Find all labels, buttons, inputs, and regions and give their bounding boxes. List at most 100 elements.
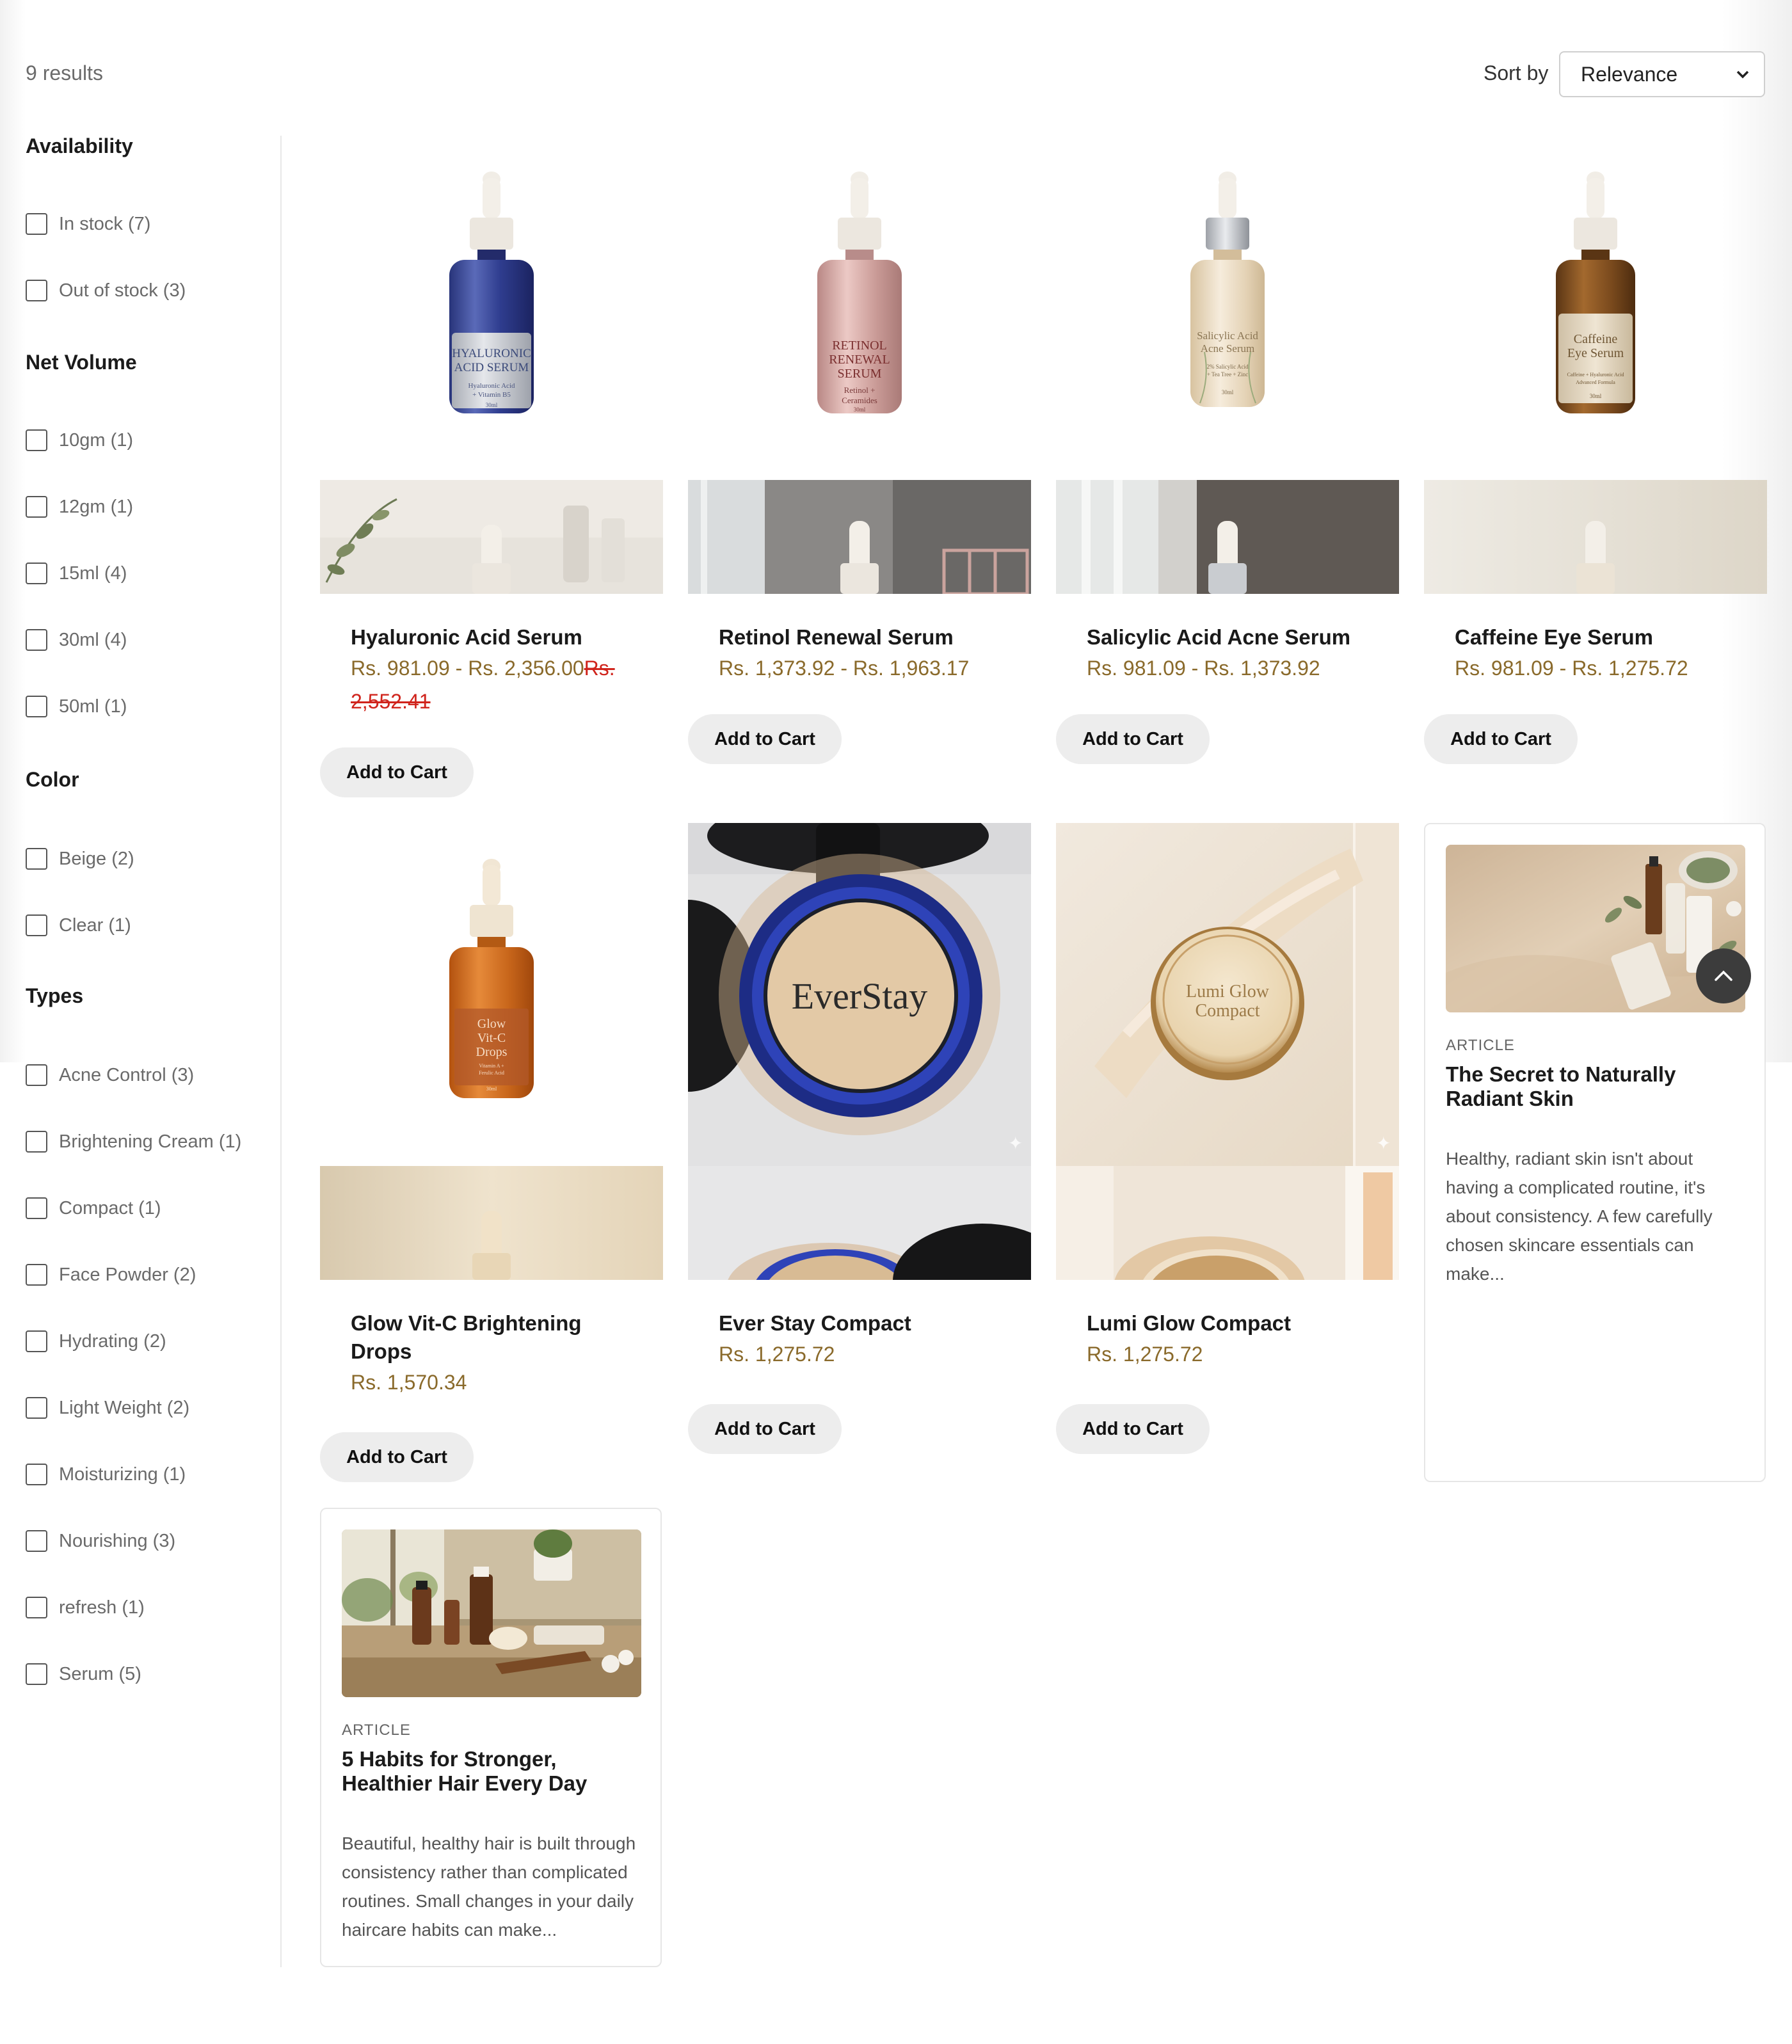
- checkbox[interactable]: [26, 696, 47, 717]
- filter-label: 50ml (1): [59, 696, 127, 717]
- product-title[interactable]: Salicylic Acid Acne Serum: [1087, 623, 1381, 651]
- filter-nourishing[interactable]: Nourishing (3): [26, 1528, 175, 1554]
- checkbox[interactable]: [26, 563, 47, 584]
- add-to-cart-button[interactable]: Add to Cart: [688, 714, 842, 764]
- checkbox[interactable]: [26, 1330, 47, 1352]
- product-price: Rs. 1,275.72: [719, 1343, 835, 1366]
- add-to-cart-button[interactable]: Add to Cart: [320, 1432, 474, 1482]
- product-price: Rs. 1,570.34: [351, 1371, 467, 1394]
- filter-brightening-cream[interactable]: Brightening Cream (1): [26, 1129, 241, 1154]
- filter-light-weight[interactable]: Light Weight (2): [26, 1395, 189, 1421]
- filter-label: Brightening Cream (1): [59, 1131, 242, 1152]
- filter-heading-types: Types: [26, 984, 84, 1007]
- bottle-label-text: RETINOL: [832, 339, 887, 353]
- filter-acne-control[interactable]: Acne Control (3): [26, 1062, 194, 1088]
- filter-beige[interactable]: Beige (2): [26, 846, 134, 872]
- filter-clear[interactable]: Clear (1): [26, 913, 131, 938]
- checkbox[interactable]: [26, 429, 47, 451]
- product-image[interactable]: RETINOL RENEWAL SERUM Retinol + Ceramide…: [688, 160, 1031, 480]
- filter-serum[interactable]: Serum (5): [26, 1661, 141, 1687]
- filter-out-of-stock[interactable]: Out of stock (3): [26, 278, 186, 303]
- checkbox[interactable]: [26, 280, 47, 301]
- product-title[interactable]: Caffeine Eye Serum: [1455, 623, 1749, 651]
- add-to-cart-button[interactable]: Add to Cart: [1424, 714, 1578, 764]
- checkbox[interactable]: [26, 1064, 47, 1086]
- checkbox[interactable]: [26, 1397, 47, 1419]
- product-image[interactable]: Salicylic Acid Acne Serum 2% Salicylic A…: [1056, 160, 1399, 480]
- filter-label: 30ml (4): [59, 629, 127, 650]
- filter-face-powder[interactable]: Face Powder (2): [26, 1262, 196, 1288]
- filter-moisturizing[interactable]: Moisturizing (1): [26, 1462, 186, 1487]
- product-lifestyle-image[interactable]: [1056, 1166, 1399, 1280]
- product-image[interactable]: HYALURONIC ACID SERUM Hyaluronic Acid + …: [320, 160, 663, 480]
- checkbox[interactable]: [26, 213, 47, 235]
- filter-hydrating[interactable]: Hydrating (2): [26, 1329, 166, 1354]
- checkbox[interactable]: [26, 1464, 47, 1485]
- product-title[interactable]: Retinol Renewal Serum: [719, 623, 1013, 651]
- product-price: Rs. 1,373.92 - Rs. 1,963.17: [719, 657, 970, 680]
- filter-label: Moisturizing (1): [59, 1464, 186, 1485]
- product-lifestyle-image[interactable]: [320, 480, 663, 594]
- article-card[interactable]: ARTICLE The Secret to Naturally Radiant …: [1424, 823, 1766, 1482]
- product-image[interactable]: Lumi Glow Compact ✦: [1056, 823, 1399, 1166]
- filter-12gm[interactable]: 12gm (1): [26, 494, 133, 520]
- product-image[interactable]: Caffeine Eye Serum Caffeine + Hyaluronic…: [1424, 160, 1767, 480]
- add-to-cart-button[interactable]: Add to Cart: [320, 747, 474, 797]
- filter-50ml[interactable]: 50ml (1): [26, 694, 127, 719]
- filter-in-stock[interactable]: In stock (7): [26, 211, 150, 237]
- checkbox[interactable]: [26, 848, 47, 870]
- product-lifestyle-image[interactable]: [688, 480, 1031, 594]
- checkbox[interactable]: [26, 914, 47, 936]
- chevron-up-icon: [1715, 970, 1732, 981]
- filter-label: Out of stock (3): [59, 280, 186, 301]
- product-title[interactable]: Ever Stay Compact: [719, 1309, 1013, 1337]
- product-image[interactable]: Glow Vit-C Drops Vitamin A + Ferulic Aci…: [320, 823, 663, 1166]
- filter-refresh[interactable]: refresh (1): [26, 1595, 145, 1620]
- left-edge-shade: [0, 0, 26, 1062]
- checkbox[interactable]: [26, 1131, 47, 1153]
- add-to-cart-button[interactable]: Add to Cart: [1056, 1404, 1210, 1454]
- filter-label: Compact (1): [59, 1197, 161, 1218]
- filter-heading-net-volume: Net Volume: [26, 351, 137, 374]
- add-to-cart-button[interactable]: Add to Cart: [688, 1404, 842, 1454]
- sort-select[interactable]: Relevance: [1559, 51, 1765, 97]
- checkbox[interactable]: [26, 629, 47, 651]
- checkbox[interactable]: [26, 1597, 47, 1618]
- filter-10gm[interactable]: 10gm (1): [26, 427, 133, 453]
- checkbox[interactable]: [26, 1663, 47, 1685]
- filter-label: Light Weight (2): [59, 1397, 190, 1418]
- bottle-label-text: Salicylic Acid: [1197, 330, 1258, 342]
- bottle-label-text: 30ml: [1222, 389, 1234, 395]
- article-card[interactable]: ARTICLE 5 Habits for Stronger, Healthier…: [320, 1508, 662, 1967]
- scroll-to-top-button[interactable]: [1696, 948, 1751, 1003]
- article-title[interactable]: 5 Habits for Stronger, Healthier Hair Ev…: [342, 1747, 636, 1796]
- add-to-cart-button[interactable]: Add to Cart: [1056, 714, 1210, 764]
- product-title[interactable]: Glow Vit-C Brightening Drops: [351, 1309, 645, 1366]
- chevron-down-icon: [1736, 52, 1750, 112]
- filter-label: In stock (7): [59, 213, 151, 234]
- product-image[interactable]: EverStay ✦: [688, 823, 1031, 1166]
- article-title[interactable]: The Secret to Naturally Radiant Skin: [1446, 1062, 1740, 1111]
- filter-compact[interactable]: Compact (1): [26, 1195, 161, 1221]
- filter-30ml[interactable]: 30ml (4): [26, 627, 127, 653]
- bottle-label-text: 30ml: [486, 1086, 497, 1092]
- article-tag: ARTICLE: [1446, 1037, 1515, 1054]
- checkbox[interactable]: [26, 1197, 47, 1219]
- product-lifestyle-image[interactable]: [688, 1166, 1031, 1280]
- checkbox[interactable]: [26, 1264, 47, 1286]
- compact-brand-text: EverStay: [792, 975, 928, 1017]
- bottle-label-text: Eye Serum: [1567, 346, 1624, 360]
- product-title[interactable]: Hyaluronic Acid Serum: [351, 623, 645, 651]
- product-price: Rs. 981.09 - Rs. 1,373.92: [1087, 657, 1320, 680]
- filter-15ml[interactable]: 15ml (4): [26, 561, 127, 586]
- checkbox[interactable]: [26, 1530, 47, 1552]
- price-range: Rs. 981.09 - Rs. 2,356.00: [351, 657, 584, 680]
- product-title[interactable]: Lumi Glow Compact: [1087, 1309, 1381, 1337]
- checkbox[interactable]: [26, 496, 47, 518]
- results-count: 9 results: [26, 61, 103, 84]
- product-price: Rs. 1,275.72: [1087, 1343, 1203, 1366]
- article-image[interactable]: [342, 1529, 641, 1697]
- product-lifestyle-image[interactable]: [320, 1166, 663, 1280]
- product-lifestyle-image[interactable]: [1056, 480, 1399, 594]
- product-lifestyle-image[interactable]: [1424, 480, 1767, 594]
